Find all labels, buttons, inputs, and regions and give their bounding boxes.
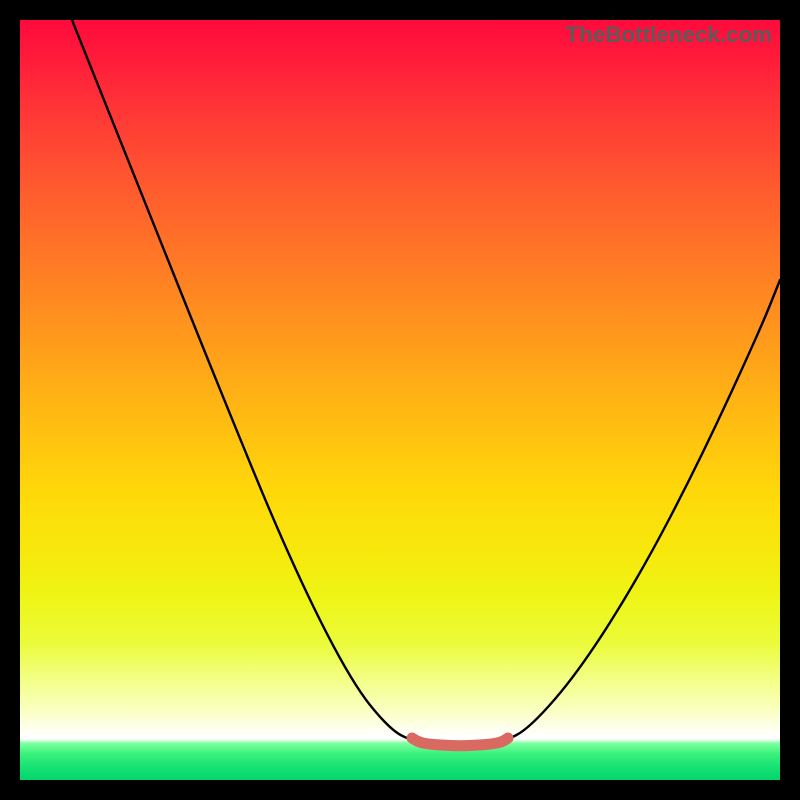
highlight-path <box>412 738 508 746</box>
chart-frame: TheBottleneck.com <box>0 0 800 800</box>
curve-path <box>72 20 780 743</box>
plot-area: TheBottleneck.com <box>20 20 780 780</box>
bottleneck-curve <box>20 20 780 780</box>
